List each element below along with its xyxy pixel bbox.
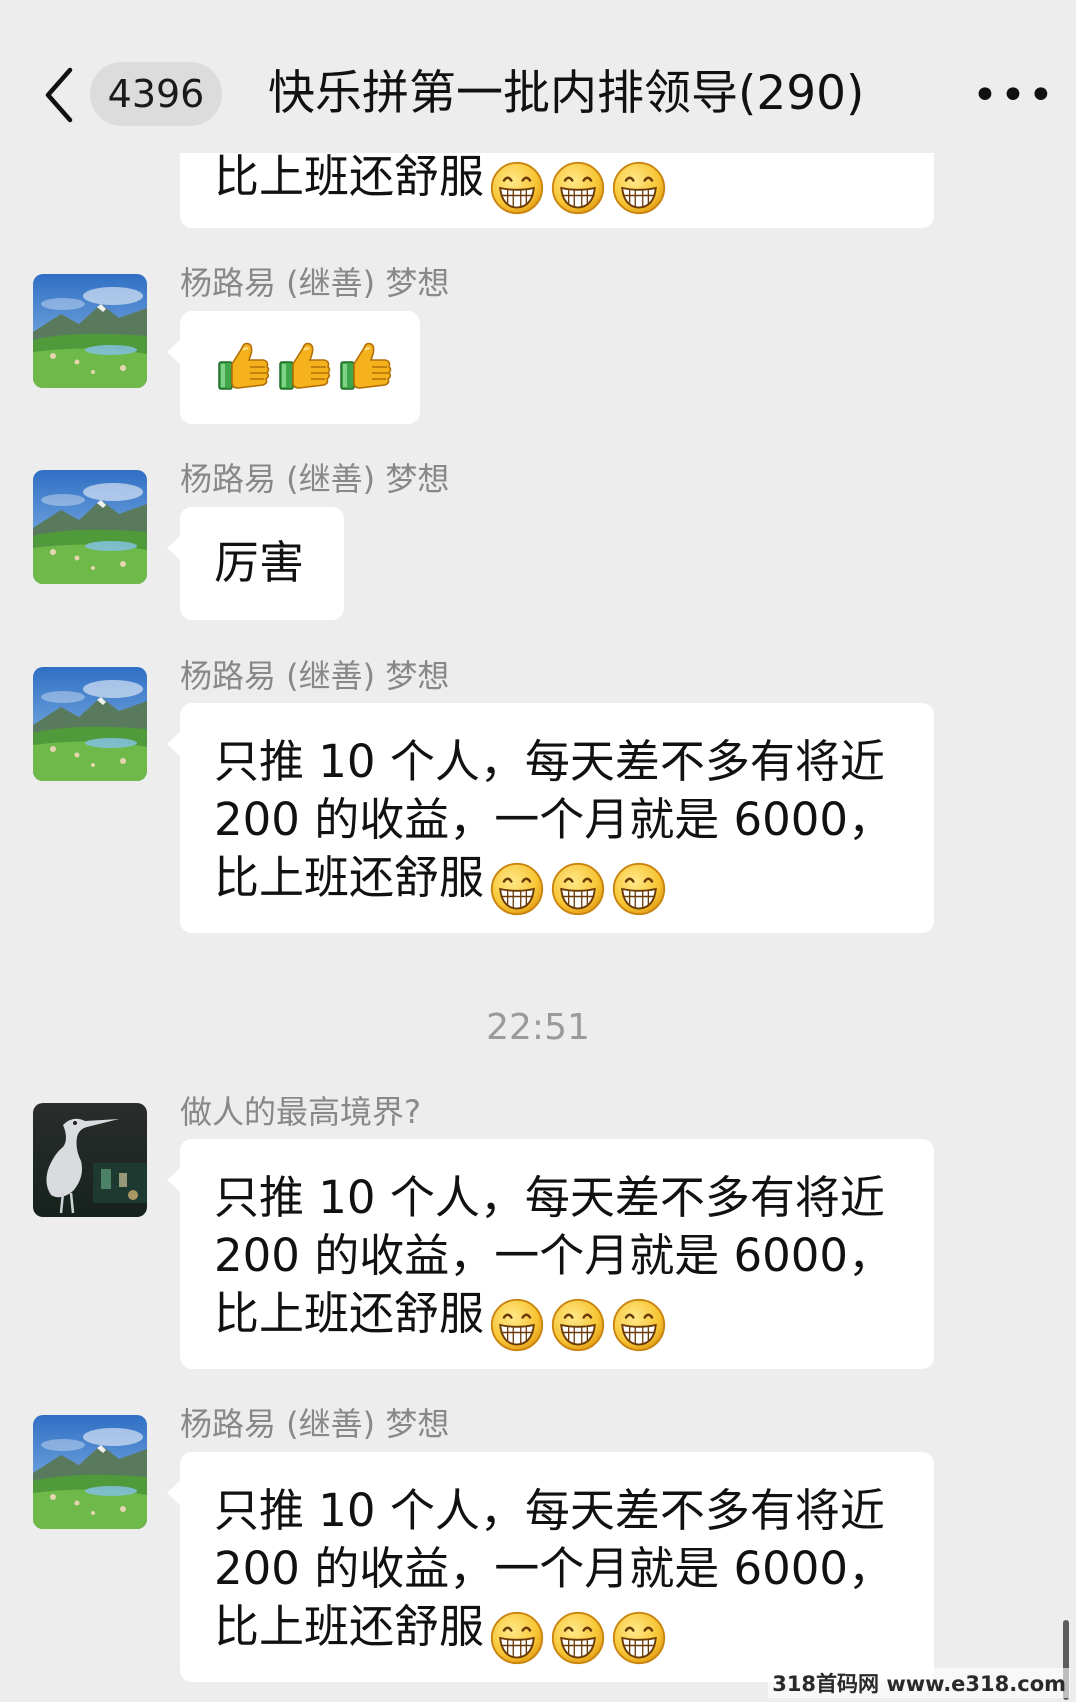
unread-count-badge[interactable]: 4396 [90,62,222,126]
grinning-face-icon [550,160,606,216]
message-bubble[interactable]: 只推 10 个人，每天差不多有将近 200 的收益，一个月就是 6000， 比上… [167,1139,934,1369]
grinning-face-icon [550,1297,606,1353]
message-bubble[interactable] [167,311,420,424]
grinning-face-icon [550,861,606,917]
message-bubble[interactable]: 厉害 [167,507,344,620]
message-text-line: 只推 10 个人，每天差不多有将近 [214,1484,885,1537]
chat-header: 4396 快乐拼第一批内排领导(290) ••• [0,0,1076,153]
sender-name: 杨路易 (继善) 梦想 [180,657,450,695]
avatar[interactable] [33,1415,147,1529]
message-text-line: 200 的收益，一个月就是 6000， [214,1542,894,1595]
sender-name: 杨路易 (继善) 梦想 [180,264,450,302]
more-button[interactable]: ••• [972,74,1056,118]
grinning-face-icon [611,861,667,917]
message-text-line: 比上班还舒服 [214,851,485,904]
grinning-face-icon [489,1610,545,1666]
avatar[interactable] [33,1103,147,1217]
landscape-avatar-image [33,470,147,584]
site-watermark: 318首码网 www.e318.com [768,1668,1070,1698]
grinning-face-icon [611,1610,667,1666]
avatar[interactable] [33,667,147,781]
bubble-tail [167,339,181,365]
message-bubble[interactable]: 只推 10 个人，每天差不多有将近 200 的收益，一个月就是 6000， 比上… [167,703,934,933]
message-text-line: 只推 10 个人，每天差不多有将近 [214,1171,885,1224]
bubble-tail [167,731,181,757]
chat-title: 快乐拼第一批内排领导(290) [268,66,865,121]
grinning-face-icon [611,1297,667,1353]
message-text-line: 比上班还舒服 [214,1287,485,1340]
grinning-face-icon [611,160,667,216]
message-text-line: 只推 10 个人，每天差不多有将近 [214,735,885,788]
bubble-tail [167,535,181,561]
sender-name: 做人的最高境界? [180,1093,421,1131]
message-text-line: 200 的收益，一个月就是 6000， [214,1229,894,1282]
landscape-avatar-image [33,667,147,781]
heron-avatar-image [33,1103,147,1217]
grinning-face-icon [489,861,545,917]
back-button[interactable] [40,60,80,130]
avatar[interactable] [33,470,147,584]
message-text: 厉害 [214,536,305,589]
grinning-face-icon [489,160,545,216]
message-text: 比上班还舒服 [214,150,485,203]
more-horizontal-icon: ••• [972,70,1056,121]
sender-name: 杨路易 (继善) 梦想 [180,1405,450,1443]
landscape-avatar-image [33,274,147,388]
thumbs-up-icon [216,338,272,394]
message-text-line: 比上班还舒服 [214,1600,485,1653]
thumbs-up-icon [338,338,394,394]
sender-name: 杨路易 (继善) 梦想 [180,460,450,498]
bubble-tail [167,1167,181,1193]
grinning-face-icon [550,1610,606,1666]
chevron-left-icon [45,67,73,123]
grinning-face-icon [489,1297,545,1353]
landscape-avatar-image [33,1415,147,1529]
thumbs-up-icon [277,338,333,394]
message-bubble[interactable]: 只推 10 个人，每天差不多有将近 200 的收益，一个月就是 6000， 比上… [167,1452,934,1682]
message-timestamp: 22:51 [486,1007,590,1048]
message-text-line: 200 的收益，一个月就是 6000， [214,793,894,846]
avatar[interactable] [33,274,147,388]
bubble-tail [167,1480,181,1506]
